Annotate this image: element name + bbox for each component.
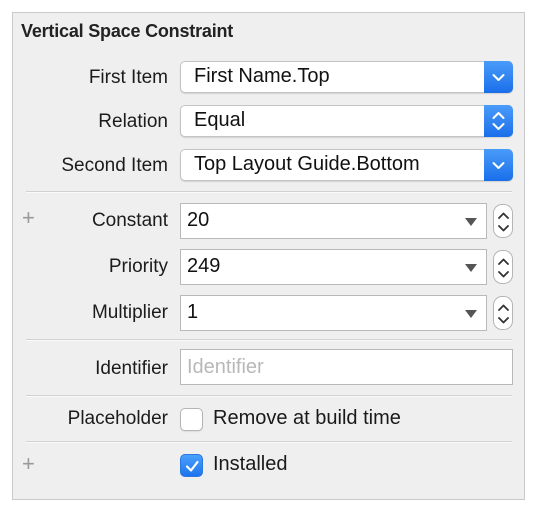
first-item-label: First Item — [88, 67, 168, 88]
chevron-down-icon — [484, 61, 513, 93]
relation-popup[interactable]: Equal — [180, 105, 513, 137]
constant-combo[interactable]: 20 — [180, 203, 487, 239]
constant-stepper[interactable] — [493, 204, 513, 238]
chevron-down-icon — [484, 149, 513, 181]
remove-at-build-time-label[interactable]: Remove at build time — [213, 407, 401, 430]
priority-stepper[interactable] — [493, 250, 513, 284]
dropdown-triangle-icon[interactable] — [465, 264, 477, 272]
identifier-field[interactable] — [180, 349, 513, 385]
multiplier-stepper[interactable] — [493, 296, 513, 330]
second-item-label: Second Item — [61, 155, 168, 176]
priority-value: 249 — [187, 255, 221, 277]
relation-label: Relation — [98, 111, 168, 132]
identifier-input[interactable] — [181, 350, 512, 384]
identifier-label: Identifier — [95, 358, 168, 379]
relation-value: Equal — [194, 109, 246, 131]
installed-checkbox[interactable] — [180, 454, 203, 477]
priority-label: Priority — [108, 256, 168, 277]
constant-label: Constant — [91, 210, 168, 231]
separator — [26, 395, 512, 397]
first-item-popup[interactable]: First Name.Top — [180, 61, 513, 93]
first-item-value: First Name.Top — [194, 65, 330, 87]
second-item-value: Top Layout Guide.Bottom — [194, 153, 420, 175]
separator — [26, 441, 512, 443]
dropdown-triangle-icon[interactable] — [465, 218, 477, 226]
plus-icon[interactable]: + — [22, 207, 35, 229]
separator — [26, 191, 512, 193]
up-down-chevron-icon — [484, 105, 513, 137]
checkmark-icon — [185, 460, 199, 472]
multiplier-label: Multiplier — [91, 302, 168, 323]
installed-label[interactable]: Installed — [213, 453, 288, 476]
constraint-inspector-panel: Vertical Space Constraint First Item Fir… — [12, 12, 525, 500]
priority-combo[interactable]: 249 — [180, 249, 487, 285]
placeholder-label: Placeholder — [67, 408, 168, 429]
dropdown-triangle-icon[interactable] — [465, 310, 477, 318]
separator — [26, 339, 512, 341]
plus-icon[interactable]: + — [22, 453, 35, 475]
multiplier-value: 1 — [187, 301, 199, 323]
remove-at-build-time-checkbox[interactable] — [180, 408, 203, 431]
constant-value: 20 — [187, 209, 210, 231]
second-item-popup[interactable]: Top Layout Guide.Bottom — [180, 149, 513, 181]
panel-title: Vertical Space Constraint — [21, 21, 234, 41]
multiplier-combo[interactable]: 1 — [180, 295, 487, 331]
